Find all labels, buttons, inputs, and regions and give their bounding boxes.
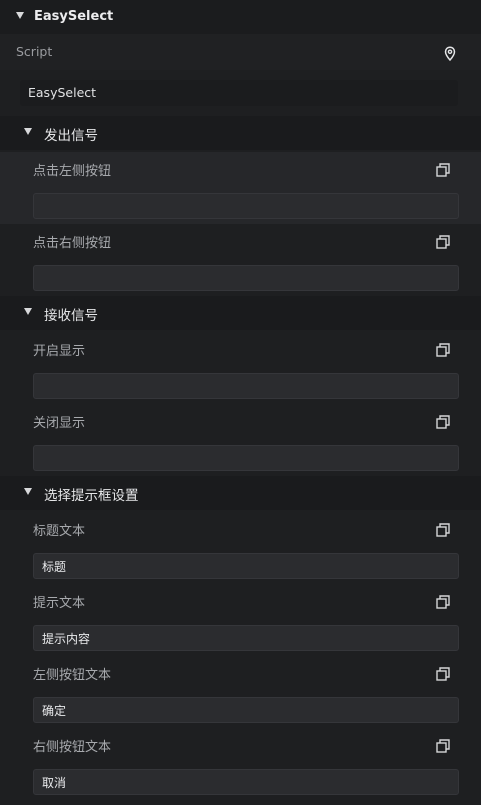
copy-icon[interactable] (435, 594, 451, 610)
title-text-value: 标题 (42, 560, 67, 574)
right-button-text-value: 取消 (42, 776, 67, 790)
script-row: Script (0, 34, 481, 70)
right-click-label: 点击右侧按钮 (33, 236, 112, 251)
title-text-field[interactable]: 标题 (33, 553, 459, 579)
right-button-text-field[interactable]: 取消 (33, 769, 459, 795)
collapse-triangle-icon[interactable] (24, 128, 32, 135)
left-button-text-field[interactable]: 确定 (33, 697, 459, 723)
script-label: Script (16, 44, 53, 59)
hint-text-label: 提示文本 (33, 596, 86, 611)
left-button-text-label: 左侧按钮文本 (33, 668, 112, 683)
copy-icon[interactable] (435, 666, 451, 682)
copy-icon[interactable] (435, 522, 451, 538)
section-title: 选择提示框设置 (44, 488, 139, 504)
section-title: 接收信号 (44, 308, 98, 324)
left-click-field[interactable] (33, 193, 459, 219)
location-pin-icon[interactable] (441, 45, 459, 63)
collapse-triangle-icon[interactable] (24, 488, 32, 495)
hint-text-value: 提示内容 (42, 632, 91, 646)
open-display-label: 开启显示 (33, 344, 86, 359)
copy-icon[interactable] (435, 234, 451, 250)
copy-icon[interactable] (435, 342, 451, 358)
script-value: EasySelect (28, 85, 97, 100)
close-display-label: 关闭显示 (33, 416, 86, 431)
left-click-label: 点击左侧按钮 (33, 164, 112, 179)
copy-icon[interactable] (435, 738, 451, 754)
collapse-triangle-icon[interactable] (16, 12, 24, 19)
collapse-triangle-icon[interactable] (24, 308, 32, 315)
section-dialog-settings[interactable]: 选择提示框设置 (0, 476, 481, 510)
open-display-field[interactable] (33, 373, 459, 399)
component-title: EasySelect (34, 9, 114, 24)
component-header[interactable]: EasySelect (0, 0, 481, 34)
section-title: 发出信号 (44, 128, 98, 144)
section-emit-signals[interactable]: 发出信号 (0, 116, 481, 150)
title-text-label: 标题文本 (33, 524, 86, 539)
script-field[interactable]: EasySelect (20, 80, 458, 106)
right-button-text-label: 右侧按钮文本 (33, 740, 112, 755)
copy-icon[interactable] (435, 162, 451, 178)
section-receive-signals[interactable]: 接收信号 (0, 296, 481, 330)
close-display-field[interactable] (33, 445, 459, 471)
right-click-field[interactable] (33, 265, 459, 291)
hint-text-field[interactable]: 提示内容 (33, 625, 459, 651)
left-button-text-value: 确定 (42, 704, 67, 718)
copy-icon[interactable] (435, 414, 451, 430)
